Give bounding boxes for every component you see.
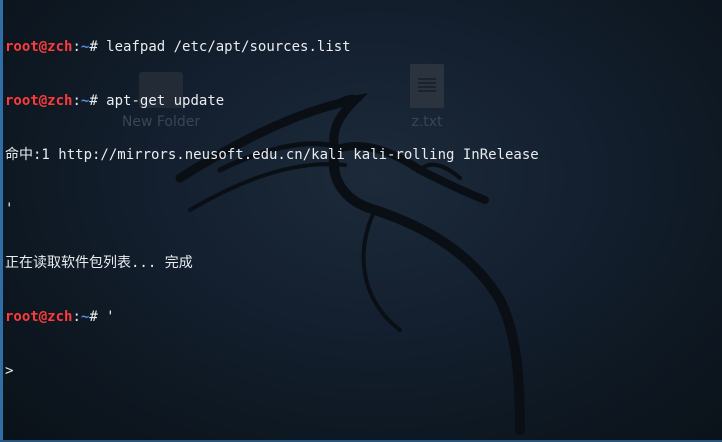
terminal-line-command: root@zch:~# leafpad /etc/apt/sources.lis… [5,38,718,56]
prompt-symbol: # [89,309,98,325]
command-text: apt-get update [97,93,225,109]
prompt-user-host: root@zch [5,93,73,109]
prompt-separator: : [72,39,81,55]
prompt-separator: : [72,93,81,109]
prompt-symbol: # [89,39,98,55]
terminal-line-command: root@zch:~# apt-get update [5,92,718,110]
terminal-line-output: ' [5,201,14,217]
terminal-line-command: root@zch:~# ' [5,308,718,326]
desktop-screen: New Folder z.txt root@zch:~# leafpad /et… [0,0,722,442]
terminal-output[interactable]: root@zch:~# leafpad /etc/apt/sources.lis… [5,2,718,416]
window-frame-left [0,0,3,442]
command-text: leafpad /etc/apt/sources.list [97,39,351,55]
prompt-symbol: # [89,93,98,109]
terminal-line-continuation-prompt: > [5,363,14,379]
command-text: ' [97,309,115,325]
prompt-user-host: root@zch [5,309,73,325]
terminal-line-output: 命中:1 http://mirrors.neusoft.edu.cn/kali … [5,147,539,163]
terminal-line-output: 正在读取软件包列表... 完成 [5,255,193,271]
prompt-user-host: root@zch [5,39,73,55]
prompt-separator: : [72,309,81,325]
